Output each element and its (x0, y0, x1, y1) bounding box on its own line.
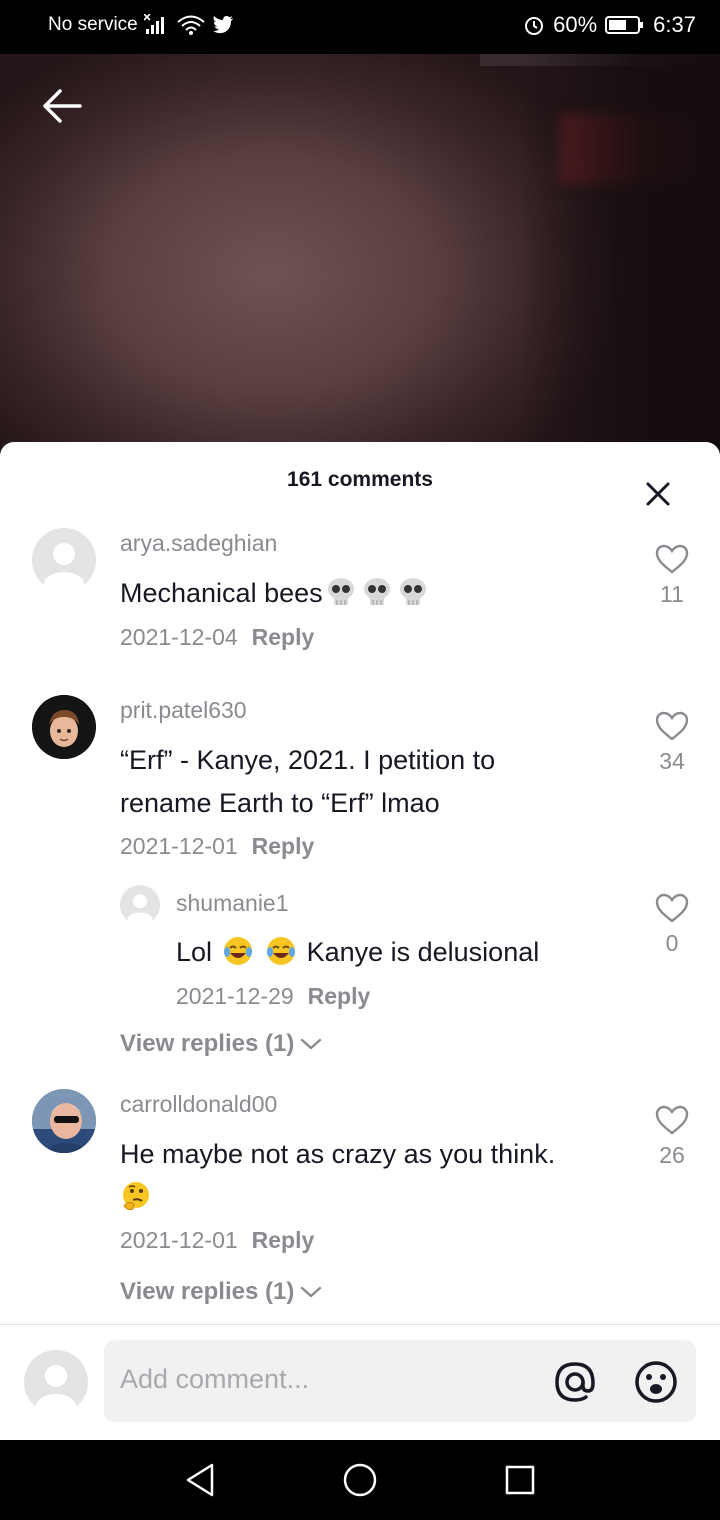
reply-date: 2021-12-29 (176, 983, 294, 1009)
skull-emoji-icon (327, 578, 354, 605)
default-avatar-icon (36, 1365, 76, 1414)
composer-divider (0, 1324, 720, 1325)
skull-emoji-icon (363, 578, 390, 605)
like-count: 26 (659, 1142, 685, 1168)
comment-text-line: He maybe not as crazy as you think. (120, 1139, 556, 1169)
add-comment-placeholder: Add comment... (120, 1364, 310, 1394)
reply-button[interactable]: Reply (252, 624, 315, 650)
memoji-avatar-icon (32, 695, 96, 759)
tears-of-joy-emoji-icon (267, 937, 296, 965)
like-button[interactable]: 0 (642, 893, 702, 957)
view-replies-button[interactable]: View replies (1) (120, 1030, 322, 1058)
view-replies-label: View replies (1) (120, 1030, 295, 1057)
like-count: 0 (665, 930, 679, 956)
heart-icon (655, 893, 689, 923)
nav-back-icon[interactable] (184, 1462, 216, 1498)
photo-avatar-icon (32, 1089, 96, 1153)
reply-text: Lol Kanye is delusional (176, 931, 539, 974)
comment-username[interactable]: carrolldonald00 (120, 1091, 277, 1118)
video-player[interactable] (0, 54, 720, 454)
heart-icon (655, 1105, 689, 1135)
clock: 6:37 (653, 12, 696, 37)
comment-text-line: rename Earth to “Erf” lmao (120, 788, 440, 818)
heart-icon (655, 711, 689, 741)
comments-count-title: 161 comments (287, 468, 433, 491)
like-count: 34 (659, 748, 685, 774)
comments-sheet: 161 comments arya.sadeghian Mechanical b… (0, 442, 720, 1440)
reply-avatar-default[interactable] (120, 885, 160, 925)
twitter-icon (212, 16, 233, 34)
reply-username[interactable]: shumanie1 (176, 890, 289, 917)
like-count: 11 (660, 581, 684, 607)
comment-username[interactable]: prit.patel630 (120, 697, 247, 724)
carrier-label: No service (48, 14, 138, 35)
comment-date: 2021-12-01 (120, 1227, 238, 1253)
reply-meta: 2021-12-29 Reply (176, 983, 370, 1010)
like-button[interactable]: 34 (642, 711, 702, 775)
status-bar: No service 60% 6:37 (0, 0, 720, 54)
emoji-icon[interactable] (633, 1359, 679, 1405)
reply-text-post: Kanye is delusional (306, 937, 540, 967)
avatar-default[interactable] (32, 528, 96, 592)
comment-date: 2021-12-04 (120, 624, 238, 650)
back-arrow-icon[interactable] (40, 86, 84, 126)
alarm-icon (525, 17, 544, 35)
status-right: 60% 6:37 (523, 12, 696, 38)
avatar[interactable] (32, 695, 96, 759)
reply-text-pre: Lol (176, 937, 213, 967)
comment-text: He maybe not as crazy as you think. (120, 1133, 555, 1219)
comment-text-line: “Erf” - Kanye, 2021. I petition to (120, 745, 496, 775)
comment-username[interactable]: arya.sadeghian (120, 530, 277, 557)
reply-button[interactable]: Reply (308, 983, 371, 1009)
status-left: No service (48, 14, 234, 36)
system-nav-bar (0, 1440, 720, 1520)
mention-icon[interactable] (552, 1359, 598, 1405)
view-replies-label: View replies (1) (120, 1278, 295, 1305)
comment-meta: 2021-12-01 Reply (120, 833, 314, 860)
comment-text-emoji-line (120, 1176, 555, 1219)
add-comment-input[interactable]: Add comment... (104, 1340, 696, 1422)
chevron-down-icon (301, 1038, 322, 1050)
comment-text-content: Mechanical bees (120, 578, 323, 608)
skull-emoji-icon (399, 578, 426, 605)
default-avatar-icon (127, 894, 153, 925)
battery-icon (605, 16, 644, 34)
nav-recents-icon[interactable] (504, 1464, 536, 1496)
signal-icon (143, 14, 164, 34)
wifi-icon (177, 15, 205, 35)
comment-date: 2021-12-01 (120, 833, 238, 859)
comment-meta: 2021-12-04 Reply (120, 624, 314, 651)
video-shape (520, 54, 720, 454)
battery-percent: 60% (553, 12, 598, 37)
reply-button[interactable]: Reply (252, 833, 315, 859)
tears-of-joy-emoji-icon (223, 937, 252, 965)
close-icon[interactable] (642, 478, 674, 510)
reply-button[interactable]: Reply (252, 1227, 315, 1253)
view-replies-button[interactable]: View replies (1) (120, 1278, 322, 1306)
like-button[interactable]: 26 (642, 1105, 702, 1169)
avatar[interactable] (32, 1089, 96, 1153)
like-button[interactable]: 11 (642, 544, 702, 608)
chevron-down-icon (301, 1286, 322, 1298)
comment-text: Mechanical bees (120, 572, 431, 615)
comment-meta: 2021-12-01 Reply (120, 1227, 314, 1254)
comment-text: “Erf” - Kanye, 2021. I petition to renam… (120, 739, 495, 825)
thinking-face-emoji-icon (123, 1182, 149, 1211)
my-avatar[interactable] (24, 1350, 88, 1414)
nav-home-icon[interactable] (342, 1462, 378, 1498)
default-avatar-icon (44, 543, 84, 592)
heart-icon (655, 544, 689, 574)
